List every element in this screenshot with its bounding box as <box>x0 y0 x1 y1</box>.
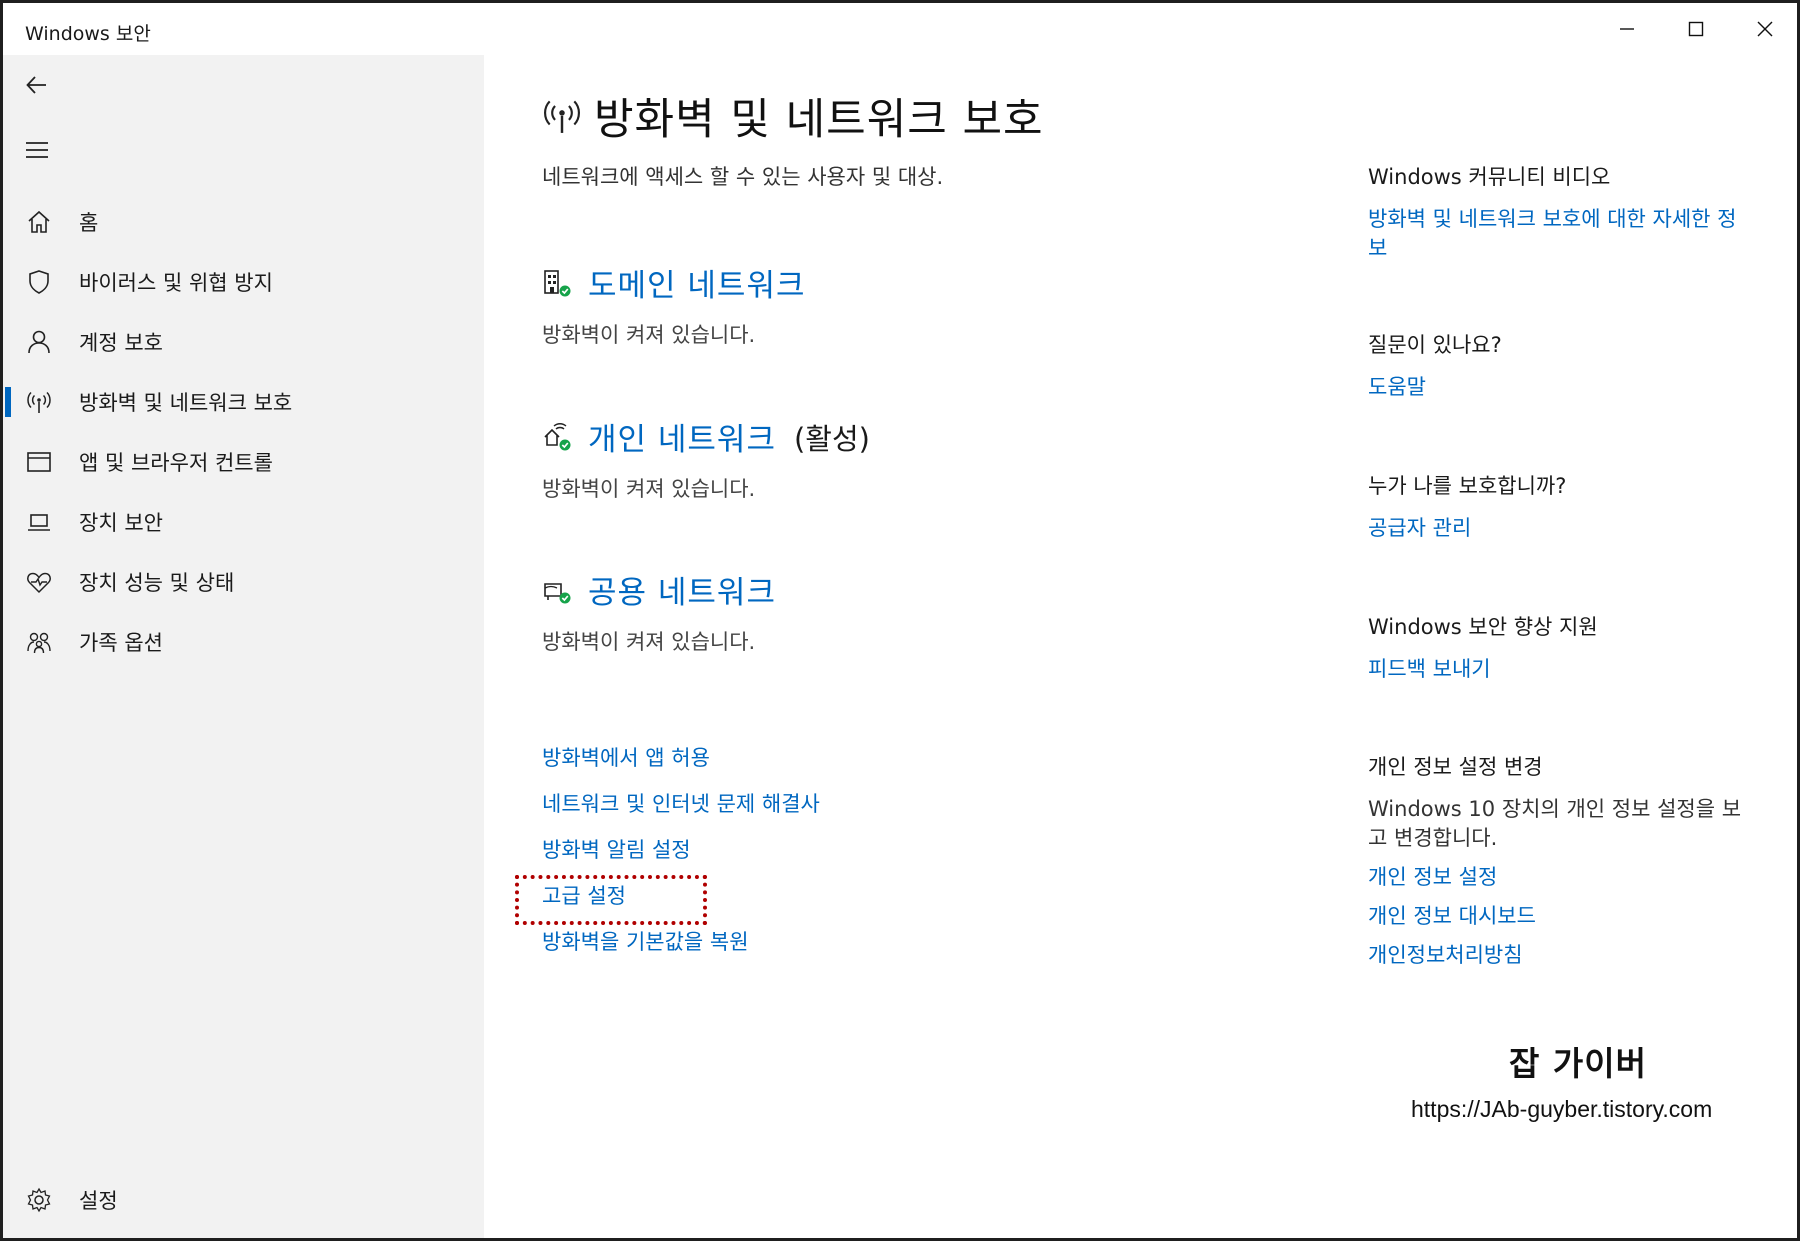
restore-defaults-link[interactable]: 방화벽을 기본값을 복원 <box>542 927 820 973</box>
sidebar-item-label: 앱 및 브라우저 컨트롤 <box>79 451 273 475</box>
sidebar-item-label: 장치 성능 및 상태 <box>79 571 235 595</box>
community-section: Windows 커뮤니티 비디오 방화벽 및 네트워크 보호에 대한 자세한 정… <box>1368 161 1748 273</box>
sidebar-item-label: 가족 옵션 <box>79 631 163 655</box>
antenna-icon <box>544 100 580 133</box>
community-heading: Windows 커뮤니티 비디오 <box>1368 165 1611 189</box>
privacy-settings-link[interactable]: 개인 정보 설정 <box>1368 863 1748 892</box>
help-link[interactable]: 도움말 <box>1368 373 1748 402</box>
sidebar-item-device-health[interactable]: 장치 성능 및 상태 <box>3 553 484 611</box>
feedback-link[interactable]: 피드백 보내기 <box>1368 655 1748 684</box>
watermark-url: https://JAb-guyber.tistory.com <box>1411 1096 1713 1122</box>
person-icon <box>25 328 53 356</box>
browser-window-icon <box>25 448 53 476</box>
protector-section: 누가 나를 보호합니까? 공급자 관리 <box>1368 470 1748 553</box>
sidebar-item-app-browser-control[interactable]: 앱 및 브라우저 컨트롤 <box>3 433 484 491</box>
maximize-button[interactable] <box>1661 3 1730 55</box>
maximize-icon <box>1688 21 1703 37</box>
close-button[interactable] <box>1730 3 1797 55</box>
page-subtitle: 네트워크에 액세스 할 수 있는 사용자 및 대상. <box>542 165 944 189</box>
domain-network-section: 도메인 네트워크 방화벽이 켜져 있습니다. <box>542 260 806 349</box>
sidebar-item-label: 홈 <box>79 211 99 235</box>
domain-network-status: 방화벽이 켜져 있습니다. <box>542 323 756 347</box>
protector-heading: 누가 나를 보호합니까? <box>1368 474 1567 498</box>
menu-button[interactable] <box>17 130 57 170</box>
improve-section: Windows 보안 향상 지원 피드백 보내기 <box>1368 611 1748 694</box>
home-icon <box>25 208 53 236</box>
title-bar[interactable]: Windows 보안 <box>3 3 1797 55</box>
sidebar-item-device-security[interactable]: 장치 보안 <box>3 493 484 551</box>
sidebar-item-label: 바이러스 및 위협 방지 <box>79 271 273 295</box>
privacy-text: Windows 10 장치의 개인 정보 설정을 보고 변경합니다. <box>1368 797 1742 850</box>
laptop-icon <box>25 508 53 536</box>
privacy-statement-link[interactable]: 개인정보처리방침 <box>1368 941 1748 970</box>
shield-icon <box>25 268 53 296</box>
private-network-section: 개인 네트워크 (활성) 방화벽이 켜져 있습니다. <box>542 414 870 503</box>
app-window: Windows 보안 홈 바이러스 및 위협 방지 계정 보호 방화벽 및 네트… <box>0 0 1800 1241</box>
minimize-icon <box>1619 28 1634 30</box>
question-section: 질문이 있나요? 도움말 <box>1368 329 1748 412</box>
community-video-link[interactable]: 방화벽 및 네트워크 보호에 대한 자세한 정보 <box>1368 205 1748 263</box>
improve-heading: Windows 보안 향상 지원 <box>1368 615 1598 639</box>
sidebar-item-family-options[interactable]: 가족 옵션 <box>3 613 484 671</box>
advanced-settings-highlight <box>515 875 707 925</box>
sidebar-item-firewall[interactable]: 방화벽 및 네트워크 보호 <box>3 373 484 431</box>
sidebar-item-home[interactable]: 홈 <box>3 193 484 251</box>
sidebar-item-label: 설정 <box>79 1189 118 1213</box>
back-arrow-icon <box>26 76 46 94</box>
antenna-icon <box>25 388 53 416</box>
sidebar: 홈 바이러스 및 위협 방지 계정 보호 방화벽 및 네트워크 보호 앱 및 브… <box>3 55 484 1238</box>
sidebar-item-label: 방화벽 및 네트워크 보호 <box>79 391 293 415</box>
manage-providers-link[interactable]: 공급자 관리 <box>1368 514 1748 543</box>
sidebar-item-settings[interactable]: 설정 <box>3 1171 484 1229</box>
sidebar-item-label: 장치 보안 <box>79 511 163 535</box>
hamburger-icon <box>26 142 48 158</box>
page-header: 방화벽 및 네트워크 보호 <box>542 85 1044 147</box>
sidebar-item-account-protection[interactable]: 계정 보호 <box>3 313 484 371</box>
allow-app-link[interactable]: 방화벽에서 앱 허용 <box>542 743 820 789</box>
selection-indicator <box>5 387 11 417</box>
main-content: 방화벽 및 네트워크 보호 네트워크에 액세스 할 수 있는 사용자 및 대상.… <box>484 55 1314 1238</box>
domain-network-icon <box>544 269 571 296</box>
private-network-link[interactable]: 개인 네트워크 <box>588 414 776 459</box>
public-network-icon <box>544 582 571 603</box>
page-title: 방화벽 및 네트워크 보호 <box>594 95 1044 145</box>
public-network-status: 방화벽이 켜져 있습니다. <box>542 630 756 654</box>
private-network-icon <box>544 422 571 450</box>
back-button[interactable] <box>17 65 57 105</box>
watermark-title: 잡 가이버 <box>1509 1044 1647 1083</box>
heart-pulse-icon <box>25 568 53 596</box>
troubleshooter-link[interactable]: 네트워크 및 인터넷 문제 해결사 <box>542 789 820 835</box>
privacy-heading: 개인 정보 설정 변경 <box>1368 755 1543 779</box>
family-icon <box>25 628 53 656</box>
close-icon <box>1757 21 1772 37</box>
sidebar-item-virus-protection[interactable]: 바이러스 및 위협 방지 <box>3 253 484 311</box>
question-heading: 질문이 있나요? <box>1368 333 1502 357</box>
minimize-button[interactable] <box>1592 3 1661 55</box>
privacy-section: 개인 정보 설정 변경 Windows 10 장치의 개인 정보 설정을 보고 … <box>1368 751 1748 980</box>
public-network-section: 공용 네트워크 방화벽이 켜져 있습니다. <box>542 567 776 656</box>
private-network-status: 방화벽이 켜져 있습니다. <box>542 477 756 501</box>
sidebar-item-label: 계정 보호 <box>79 331 163 355</box>
privacy-dashboard-link[interactable]: 개인 정보 대시보드 <box>1368 902 1748 931</box>
app-title: Windows 보안 <box>25 23 151 45</box>
public-network-link[interactable]: 공용 네트워크 <box>588 567 776 612</box>
firewall-links: 방화벽에서 앱 허용 네트워크 및 인터넷 문제 해결사 방화벽 알림 설정 고… <box>542 743 820 973</box>
active-label: (활성) <box>793 421 870 456</box>
gear-icon <box>25 1186 53 1214</box>
domain-network-link[interactable]: 도메인 네트워크 <box>588 260 806 305</box>
